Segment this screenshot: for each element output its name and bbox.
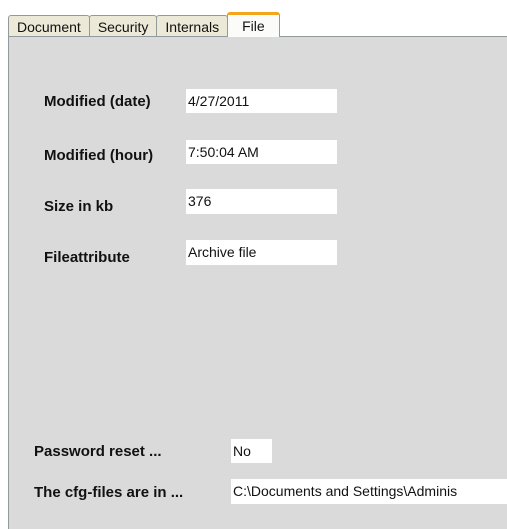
cfg-files-label: The cfg-files are in ... xyxy=(34,484,184,501)
password-reset-field[interactable]: No xyxy=(231,439,272,463)
password-reset-label: Password reset ... xyxy=(34,443,162,460)
modified-date-label: Modified (date) xyxy=(44,93,151,110)
cfg-files-path-field[interactable]: C:\Documents and Settings\Adminis xyxy=(231,479,507,504)
tab-file[interactable]: File xyxy=(227,12,280,37)
tab-document[interactable]: Document xyxy=(8,15,90,37)
modified-date-field[interactable]: 4/27/2011 xyxy=(186,89,337,113)
modified-hour-field[interactable]: 7:50:04 AM xyxy=(186,140,337,164)
properties-window: Document Security Internals File Modifie… xyxy=(0,0,507,529)
modified-hour-label: Modified (hour) xyxy=(44,147,154,164)
file-tab-panel: Modified (date) 4/27/2011 Modified (hour… xyxy=(8,36,507,529)
file-attribute-label: Fileattribute xyxy=(44,249,130,266)
tab-security[interactable]: Security xyxy=(88,15,158,37)
file-attribute-field[interactable]: Archive file xyxy=(186,240,337,265)
size-kb-label: Size in kb xyxy=(44,198,114,215)
tab-strip: Document Security Internals File xyxy=(8,12,280,37)
size-kb-field[interactable]: 376 xyxy=(186,189,337,214)
tab-internals[interactable]: Internals xyxy=(156,15,229,37)
